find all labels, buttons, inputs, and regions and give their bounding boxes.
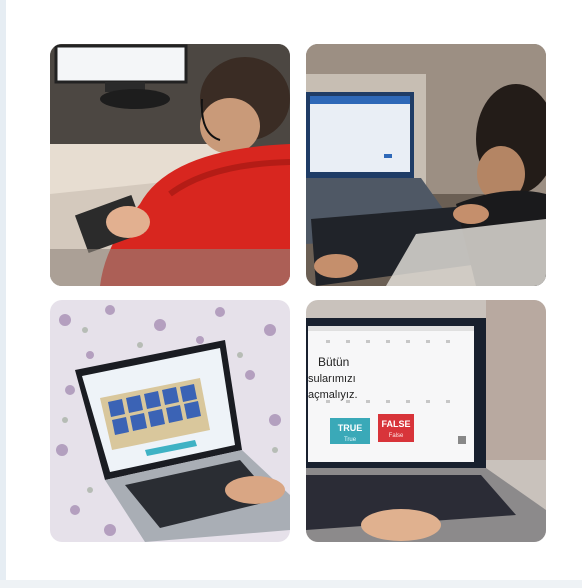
- photo-4-illustration: Bütün sularımızı açmalıyız. TRUE True FA…: [306, 300, 546, 542]
- true-button-sublabel: True: [344, 437, 357, 443]
- quiz-line-3: açmalıyız.: [308, 389, 358, 401]
- photo-3-illustration: [50, 300, 290, 542]
- quiz-line-2: sularımızı: [308, 373, 356, 385]
- false-button-label: FALSE: [381, 419, 410, 429]
- photo-2-illustration: [306, 44, 546, 286]
- photo-laptop-true-false-quiz: Bütün sularımızı açmalıyız. TRUE True FA…: [306, 300, 546, 542]
- photo-laptop-memory-game: [50, 300, 290, 542]
- quiz-line-1: Bütün: [318, 355, 349, 369]
- true-button-label: TRUE: [338, 423, 363, 433]
- false-button-sublabel: False: [389, 433, 404, 439]
- photo-child-at-desktop: [50, 44, 290, 286]
- photo-child-typing-laptop: [306, 44, 546, 286]
- bottom-border-strip: [0, 580, 582, 588]
- left-border-strip: [0, 0, 6, 588]
- photo-1-illustration: [50, 44, 290, 286]
